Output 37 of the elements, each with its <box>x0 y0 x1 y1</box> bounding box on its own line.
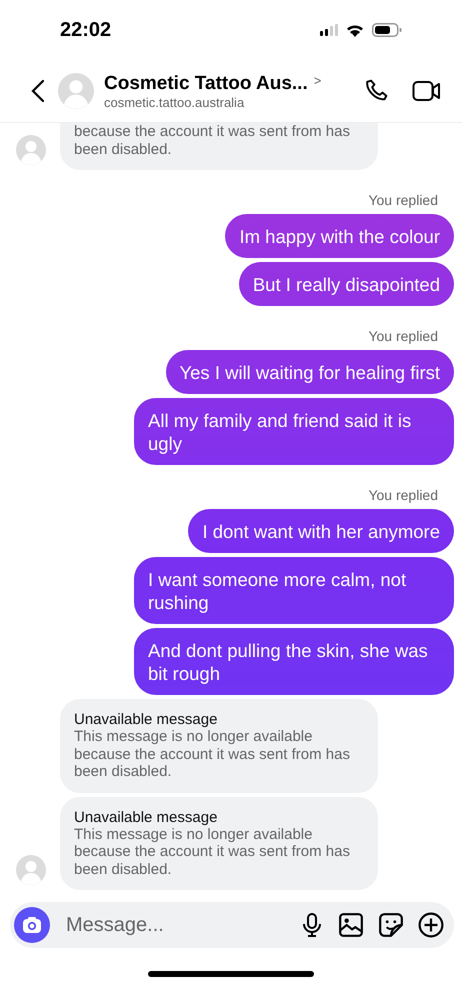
image-icon[interactable] <box>338 912 364 938</box>
avatar-icon <box>16 855 46 885</box>
replied-label: You replied <box>368 328 438 344</box>
sent-message[interactable]: Yes I will waiting for healing first <box>166 350 454 394</box>
video-camera-icon[interactable] <box>412 78 442 104</box>
sticker-icon[interactable] <box>378 912 404 938</box>
received-message[interactable]: because the account it was sent from has been disabled. <box>60 123 378 170</box>
sent-message[interactable]: But I really disapointed <box>238 262 454 306</box>
status-time: 22:02 <box>60 18 112 42</box>
avatar-icon <box>16 135 46 165</box>
sent-message[interactable]: I want someone more calm, not rushing <box>134 557 454 624</box>
camera-icon <box>22 916 42 934</box>
battery-icon <box>372 23 402 37</box>
message-composer[interactable]: Message... <box>10 902 454 948</box>
received-message[interactable]: Unavailable message This message is no longer available because the account it was sent from has been disabled. <box>60 699 378 792</box>
chevron-icon[interactable]: > <box>314 72 322 88</box>
sent-message[interactable]: All my family and friend said it is ugly <box>134 398 454 465</box>
replied-label: You replied <box>368 192 438 208</box>
message-body: because the account it was sent from has been disabled. <box>74 123 351 158</box>
camera-button[interactable] <box>14 907 50 943</box>
contact-username: cosmetic.tattoo.australia <box>104 94 246 110</box>
sent-message[interactable]: I dont want with her anymore <box>188 509 454 553</box>
message-title: Unavailable message <box>74 711 218 728</box>
message-field[interactable]: Message... <box>64 912 286 938</box>
wifi-icon <box>346 24 364 36</box>
sent-message[interactable]: And dont pulling the skin, she was bit rough <box>134 628 454 695</box>
message-body: This message is no longer available because the account it was sent from has been disabled. <box>74 728 351 780</box>
message-title: Unavailable message <box>74 808 218 826</box>
microphone-icon[interactable] <box>300 912 324 938</box>
signal-icon <box>320 24 338 36</box>
contact-name[interactable]: Cosmetic Tattoo Aus... <box>104 72 308 94</box>
replied-label: You replied <box>368 487 438 503</box>
sent-message[interactable]: Im happy with the colour <box>225 214 454 258</box>
received-message[interactable]: Unavailable message This message is no longer available because the account it was sent from has been disabled. <box>60 796 378 890</box>
message-body: This message is no longer available because the account it was sent from has been disabled. <box>74 826 351 878</box>
avatar-icon <box>58 73 94 109</box>
add-icon[interactable] <box>418 912 444 938</box>
